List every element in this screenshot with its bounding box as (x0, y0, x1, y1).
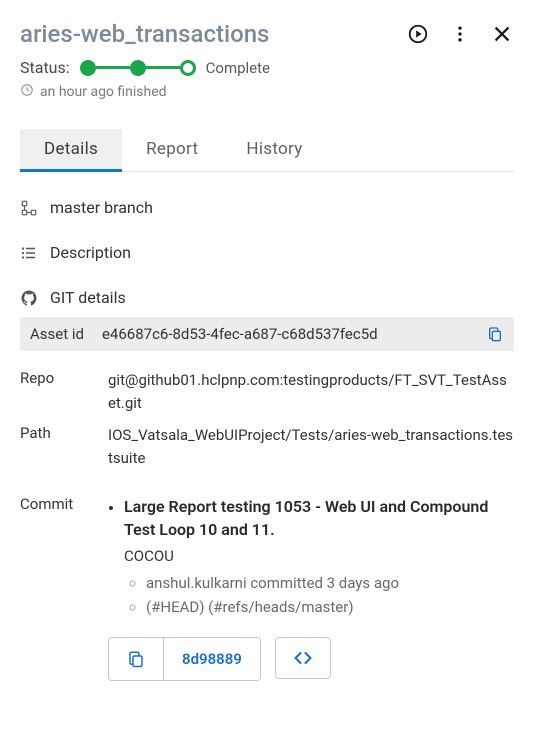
commit-hash-button[interactable]: 8d98889 (163, 638, 260, 680)
repo-label: Repo (20, 369, 92, 414)
play-icon[interactable] (406, 22, 430, 46)
commit-label: Commit (20, 495, 92, 681)
status-timestamp: an hour ago finished (40, 84, 167, 100)
clock-icon (20, 83, 34, 101)
description-label: Description (50, 243, 131, 262)
git-details-label: GIT details (50, 288, 126, 307)
page-title: aries-web_transactions (20, 20, 406, 48)
path-value: IOS_Vatsala_WebUIProject/Tests/aries-web… (108, 424, 514, 469)
status-text: Complete (206, 59, 270, 77)
tab-report[interactable]: Report (122, 129, 222, 171)
repo-value: git@github01.hclpnp.com:testingproducts/… (108, 369, 514, 414)
tab-history[interactable]: History (222, 129, 326, 171)
tab-details[interactable]: Details (20, 129, 122, 172)
commit-author-line: anshul.kulkarni committed 3 days ago (146, 571, 514, 595)
branch-label: master branch (50, 198, 153, 217)
status-label: Status: (20, 58, 70, 77)
commit-refs-line: (#HEAD) (#refs/heads/master) (146, 595, 514, 619)
commit-title: Large Report testing 1053 - Web UI and C… (124, 495, 514, 541)
view-code-button[interactable] (275, 637, 331, 679)
github-icon (20, 289, 38, 307)
more-icon[interactable] (448, 22, 472, 46)
branch-icon (20, 199, 38, 217)
description-icon (20, 244, 38, 262)
asset-id-label: Asset id (30, 325, 84, 343)
tab-bar: Details Report History (20, 129, 514, 172)
asset-id-value: e46687c6-8d53-4fec-a687-c68d537fec5d (102, 325, 468, 343)
close-icon[interactable] (490, 22, 514, 46)
asset-id-row: Asset id e46687c6-8d53-4fec-a687-c68d537… (20, 317, 514, 351)
path-label: Path (20, 424, 92, 469)
status-progress (80, 60, 196, 76)
commit-subtitle: COCOU (124, 547, 514, 565)
copy-asset-id-icon[interactable] (486, 325, 504, 343)
copy-commit-button[interactable] (109, 638, 163, 680)
